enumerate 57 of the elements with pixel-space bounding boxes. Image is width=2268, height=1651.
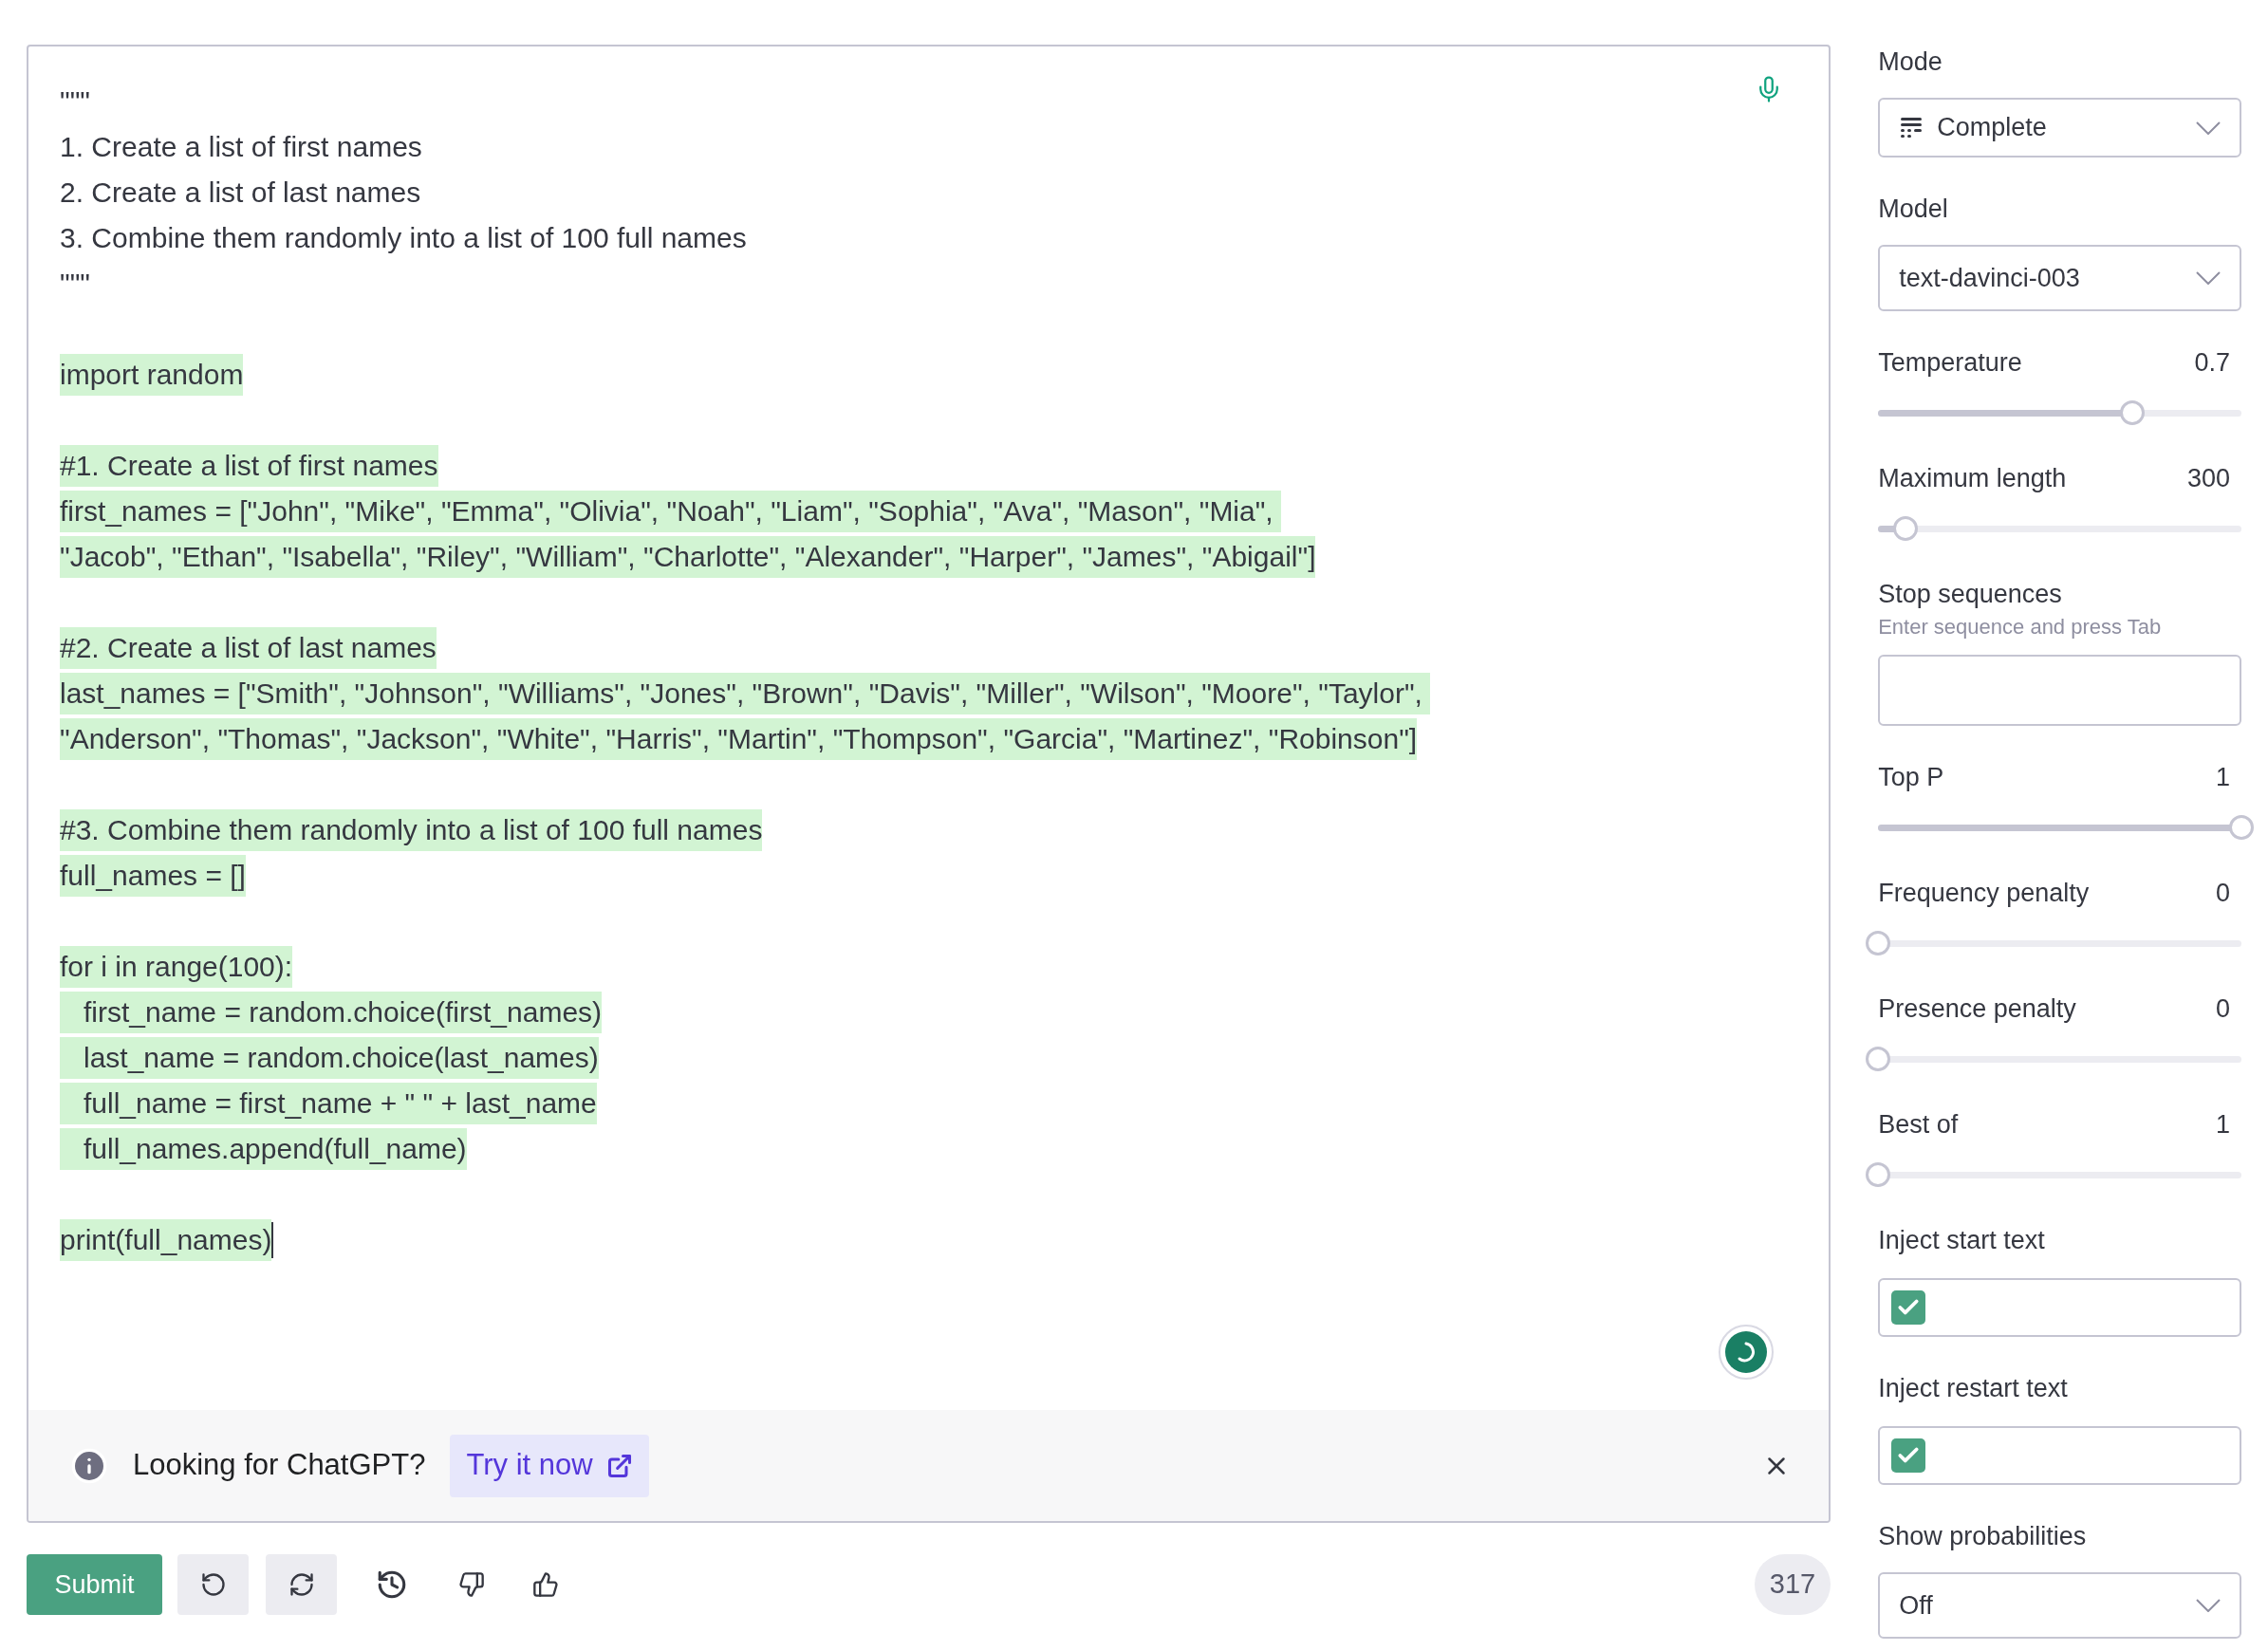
dropdown-select[interactable]: text-davinci-003 [1878,245,2241,311]
history-icon [376,1568,408,1601]
slider-thumb[interactable] [1866,1046,1891,1071]
setting-value: 0 [2215,992,2230,1025]
info-icon [70,1446,108,1485]
editor-line: 1. Create a list of first names [60,130,422,164]
hint-text: Enter sequence and press Tab [1878,615,2163,640]
undo-icon [199,1571,227,1598]
dropdown-select[interactable]: Off [1878,1572,2241,1639]
editor-line: """ [60,84,90,119]
setting-label: Mode [1878,46,1943,78]
setting-label: Stop sequences [1878,578,2062,610]
thumbs-up-icon [532,1571,559,1598]
text-field[interactable] [1878,1426,2241,1485]
regenerate-button[interactable] [266,1554,337,1615]
text-cursor [271,1222,274,1258]
stop-sequence-input[interactable] [1878,655,2241,726]
external-link-icon [605,1452,633,1479]
spinner-icon [1725,1331,1768,1373]
setting-value: 0.7 [2194,346,2230,379]
checkbox[interactable] [1891,1290,1926,1325]
refresh-icon [288,1571,315,1598]
chevron-down-icon [2196,121,2221,135]
loading-spinner-button[interactable] [1719,1325,1775,1380]
token-count: 317 [1754,1554,1831,1615]
setting-label: Inject start text [1878,1224,2045,1256]
slider-thumb[interactable] [2120,399,2146,425]
setting-label: Inject restart text [1878,1372,2068,1404]
setting-label: Top P [1878,761,1944,793]
editor-line: 3. Combine them randomly into a list of 100 full names [60,221,747,255]
setting-label: Best of [1878,1108,1959,1141]
setting-value: 0 [2215,877,2230,909]
slider-thumb[interactable] [1866,1161,1891,1187]
editor-line: """ [60,267,90,301]
setting-value: 1 [2215,761,2230,793]
chevron-down-icon [2196,1599,2221,1612]
dropdown-select[interactable]: Complete [1878,98,2241,158]
setting-label: Model [1878,193,1948,225]
setting-value: 1 [2215,1108,2230,1141]
checkbox[interactable] [1891,1438,1926,1473]
text-field[interactable] [1878,1278,2241,1337]
setting-label: Temperature [1878,346,2022,379]
chevron-down-icon [2196,271,2221,285]
list-lines-icon [1899,115,1924,140]
slider-thumb[interactable] [2229,814,2254,840]
editor-line: 2. Create a list of last names [60,176,421,210]
slider-thumb[interactable] [1892,515,1918,541]
setting-label: Frequency penalty [1878,877,2090,909]
setting-label: Maximum length [1878,462,2067,494]
banner-text: Looking for ChatGPT? [133,1447,426,1484]
undo-button[interactable] [177,1554,249,1615]
setting-value: 300 [2186,462,2230,494]
thumbs-down-icon [458,1571,485,1598]
setting-label: Show probabilities [1878,1520,2087,1552]
setting-label: Presence penalty [1878,992,2076,1025]
slider-thumb[interactable] [1866,930,1891,955]
try-it-now-link[interactable]: Try it now [450,1434,649,1497]
